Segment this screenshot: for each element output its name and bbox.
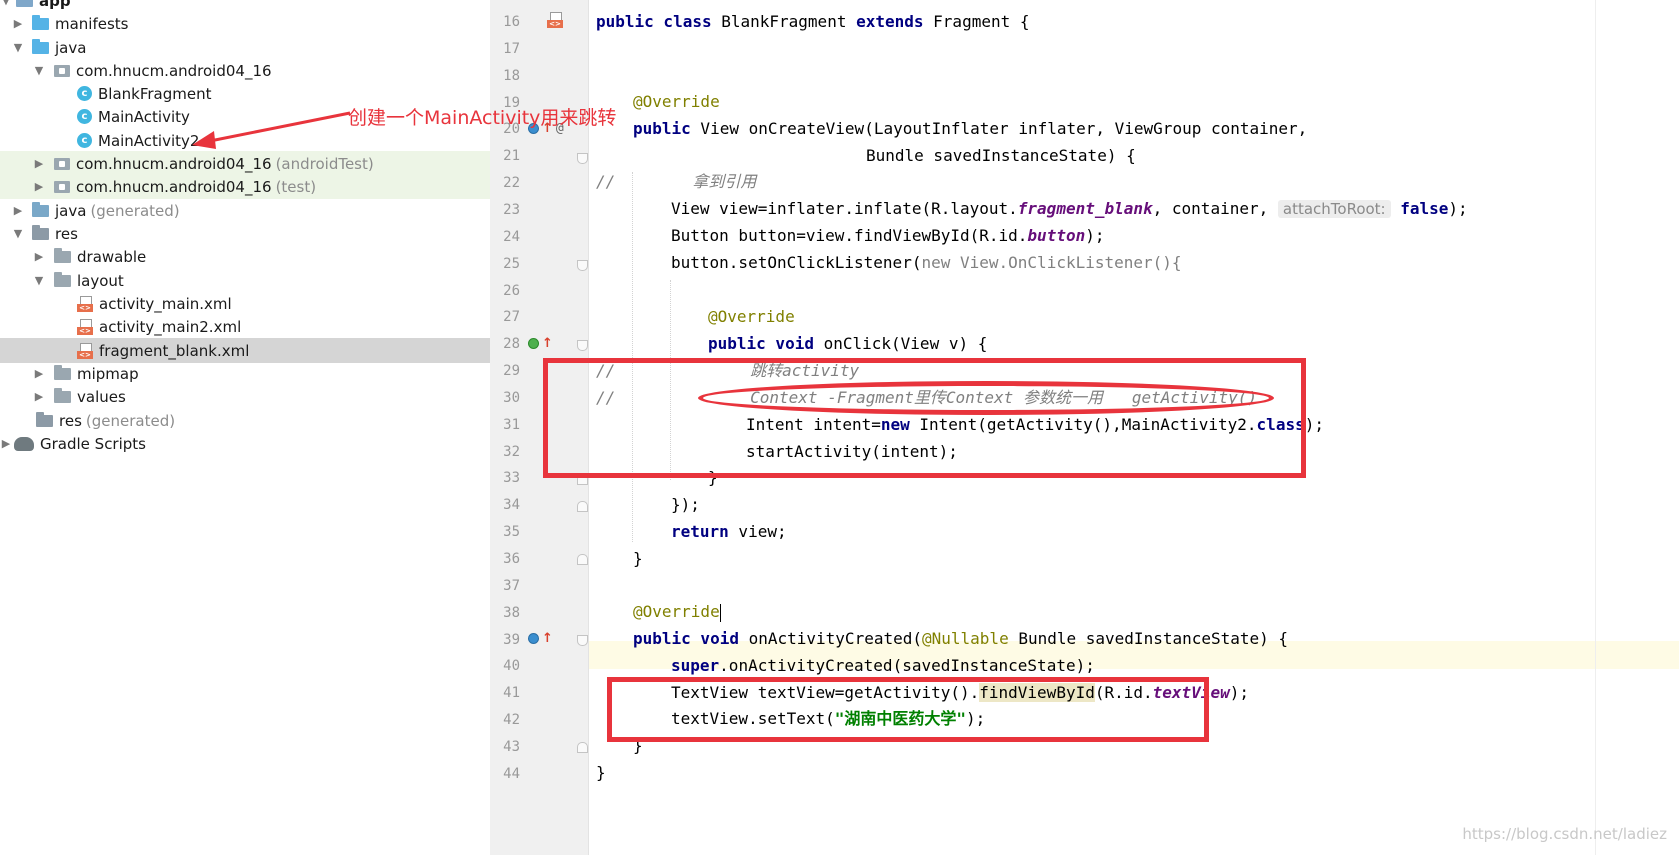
- annotation-arrow: [192, 111, 351, 149]
- annotation-callout: 创建一个MainActivity用来跳转: [348, 107, 617, 129]
- watermark: https://blog.csdn.net/ladiez: [1462, 825, 1667, 843]
- arrowhead-icon: [192, 131, 216, 149]
